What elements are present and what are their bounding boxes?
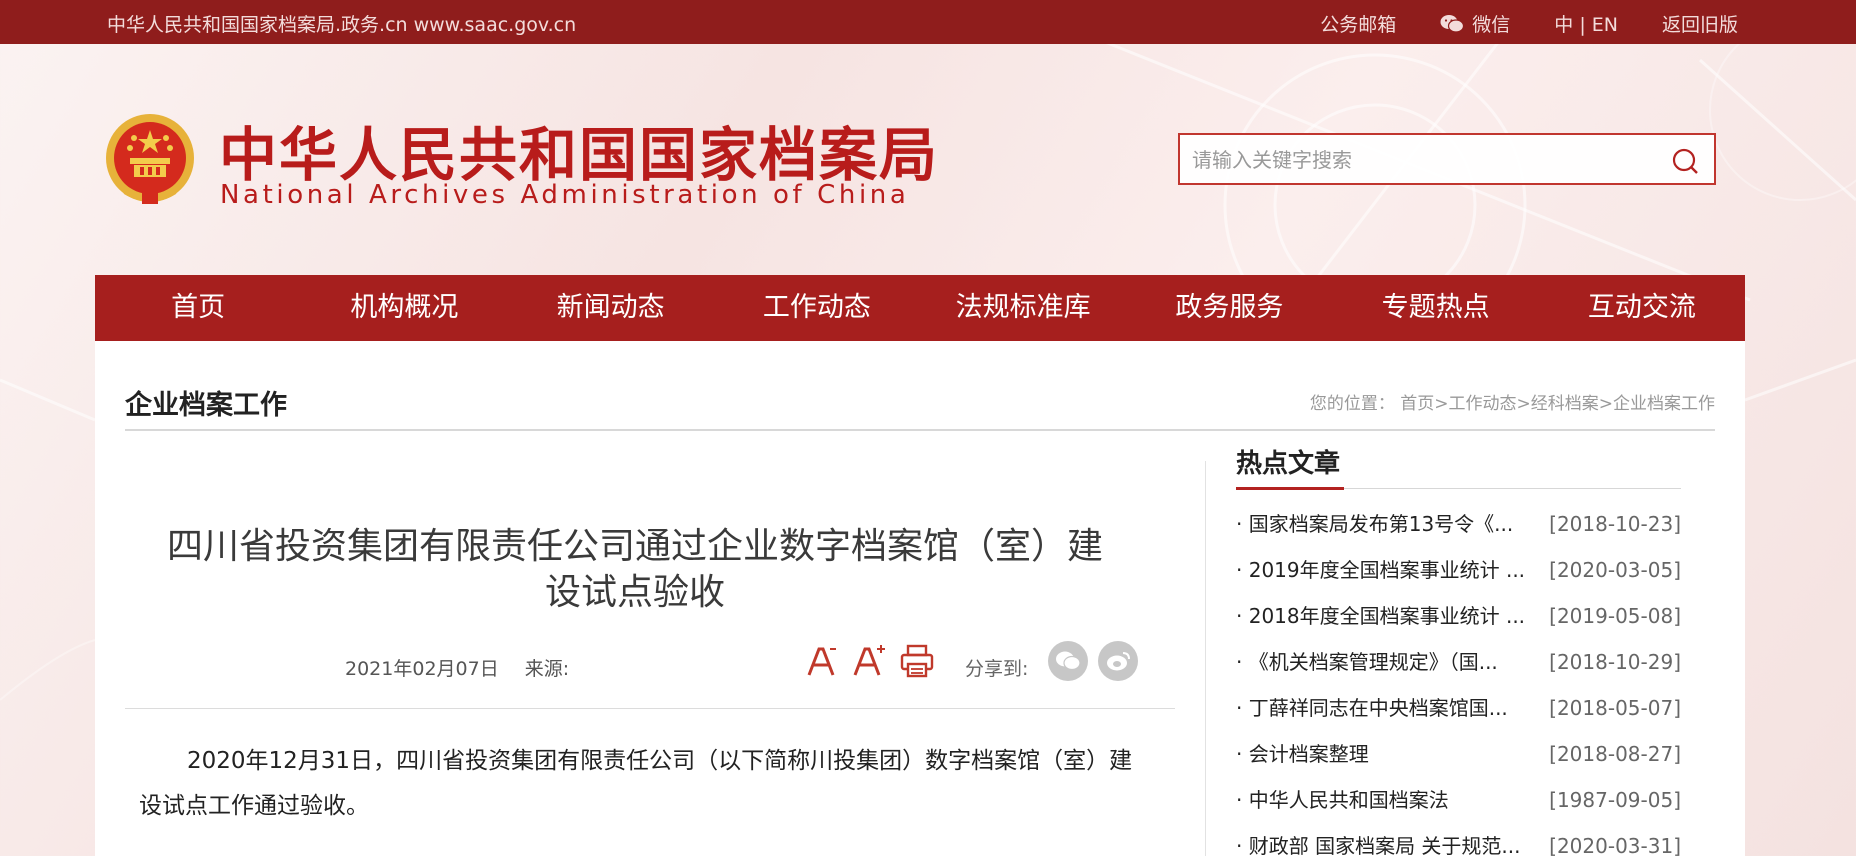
hot-article-link[interactable]: · 2019年度全国档案事业统计 ...: [1236, 547, 1536, 593]
list-item[interactable]: · 《机关档案管理规定》（国... [2018-10-29]: [1236, 639, 1681, 685]
hot-article-link[interactable]: · 中华人民共和国档案法: [1236, 777, 1536, 823]
breadcrumb-economic[interactable]: 经科档案: [1531, 394, 1599, 414]
search-input[interactable]: [1192, 147, 1652, 173]
font-increase-icon[interactable]: [851, 643, 887, 679]
article-meta: 2021年02月07日 来源:: [345, 654, 569, 681]
list-item[interactable]: · 2018年度全国档案事业统计 ... [2019-05-08]: [1236, 593, 1681, 639]
hot-article-link[interactable]: · 国家档案局发布第13号令《...: [1236, 501, 1536, 547]
hot-article-date: [2020-03-05]: [1549, 558, 1681, 582]
breadcrumb-work[interactable]: 工作动态: [1449, 394, 1517, 414]
wechat-link[interactable]: 微信: [1440, 10, 1510, 37]
main-nav: 首页 机构概况 新闻动态 工作动态 法规标准库 政务服务 专题热点 互动交流: [95, 275, 1745, 341]
nav-item-news[interactable]: 新闻动态: [508, 275, 714, 341]
search-icon[interactable]: [1672, 148, 1698, 174]
share-icons: [1048, 641, 1148, 681]
hot-article-date: [1987-09-05]: [1549, 788, 1681, 812]
article-title: 四川省投资集团有限责任公司通过企业数字档案馆（室）建设试点验收: [166, 526, 1103, 613]
site-domain: 中华人民共和国国家档案局.政务.cn www.saac.gov.cn: [107, 14, 577, 36]
site-title-en: National Archives Administration of Chin…: [220, 180, 910, 210]
hot-articles-title: 热点文章: [1236, 449, 1341, 479]
share-weibo-icon[interactable]: [1098, 641, 1138, 681]
hot-article-link[interactable]: · 丁薛祥同志在中央档案馆国...: [1236, 685, 1536, 731]
hot-article-link[interactable]: · 财政部 国家档案局 关于规范...: [1236, 823, 1536, 856]
article-body: 2020年12月31日，四川省投资集团有限责任公司（以下简称川投集团）数字档案馆…: [139, 748, 1133, 819]
source-label: 来源:: [524, 658, 570, 680]
breadcrumb: 您的位置： 首页>工作动态>经科档案>企业档案工作: [1310, 389, 1715, 414]
mail-link[interactable]: 公务邮箱: [1320, 10, 1396, 37]
wechat-label: 微信: [1472, 14, 1511, 36]
nav-item-regulations[interactable]: 法规标准库: [920, 275, 1126, 341]
hot-articles-accent: [1236, 487, 1344, 490]
breadcrumb-separator: >: [1598, 394, 1613, 414]
font-decrease-icon[interactable]: [803, 643, 839, 679]
list-item[interactable]: · 国家档案局发布第13号令《... [2018-10-23]: [1236, 501, 1681, 547]
list-item[interactable]: · 丁薛祥同志在中央档案馆国... [2018-05-07]: [1236, 685, 1681, 731]
top-links: 公务邮箱 微信 中 | EN 返回旧版: [1276, 10, 1738, 37]
font-tools: [803, 643, 947, 679]
hot-article-date: [2018-10-23]: [1549, 512, 1681, 536]
language-switch[interactable]: 中 | EN: [1554, 10, 1618, 37]
breadcrumb-separator: >: [1434, 394, 1449, 414]
section-title: 企业档案工作: [125, 390, 287, 421]
nav-item-services[interactable]: 政务服务: [1126, 275, 1332, 341]
nav-item-home[interactable]: 首页: [95, 275, 301, 341]
print-icon[interactable]: [899, 643, 935, 679]
breadcrumb-home[interactable]: 首页: [1400, 394, 1434, 414]
list-item[interactable]: · 中华人民共和国档案法 [1987-09-05]: [1236, 777, 1681, 823]
article-divider: [125, 708, 1175, 709]
old-version-link[interactable]: 返回旧版: [1662, 10, 1738, 37]
nav-item-interaction[interactable]: 互动交流: [1539, 275, 1745, 341]
hot-article-date: [2018-10-29]: [1549, 650, 1681, 674]
share-wechat-icon[interactable]: [1048, 641, 1088, 681]
share-label: 分享到:: [965, 658, 1029, 680]
nav-item-about[interactable]: 机构概况: [301, 275, 507, 341]
breadcrumb-label: 您的位置：: [1309, 394, 1395, 414]
hot-article-date: [2020-03-31]: [1549, 834, 1681, 856]
list-item[interactable]: · 财政部 国家档案局 关于规范... [2020-03-31]: [1236, 823, 1681, 856]
list-item[interactable]: · 会计档案整理 [2018-08-27]: [1236, 731, 1681, 777]
article-date: 2021年02月07日: [345, 658, 499, 680]
section-divider: [125, 429, 1715, 431]
hot-articles-list: · 国家档案局发布第13号令《... [2018-10-23] · 2019年度…: [1236, 501, 1681, 856]
national-emblem-logo[interactable]: [104, 112, 196, 208]
hot-article-date: [2018-08-27]: [1549, 742, 1681, 766]
breadcrumb-separator: >: [1516, 394, 1531, 414]
top-bar: 中华人民共和国国家档案局.政务.cn www.saac.gov.cn 公务邮箱 …: [0, 0, 1856, 44]
breadcrumb-current[interactable]: 企业档案工作: [1613, 394, 1715, 414]
list-item[interactable]: · 2019年度全国档案事业统计 ... [2020-03-05]: [1236, 547, 1681, 593]
hot-article-date: [2019-05-08]: [1549, 604, 1681, 628]
wechat-icon: [1440, 14, 1465, 33]
nav-item-work[interactable]: 工作动态: [714, 275, 920, 341]
hot-article-link[interactable]: · 会计档案整理: [1236, 731, 1536, 777]
column-divider: [1205, 461, 1206, 856]
hot-article-link[interactable]: · 2018年度全国档案事业统计 ...: [1236, 593, 1536, 639]
nav-item-topics[interactable]: 专题热点: [1333, 275, 1539, 341]
search-box: [1178, 133, 1716, 185]
hot-article-link[interactable]: · 《机关档案管理规定》（国...: [1236, 639, 1536, 685]
content-panel: 企业档案工作 您的位置： 首页>工作动态>经科档案>企业档案工作 四川省投资集团…: [95, 341, 1745, 856]
hot-article-date: [2018-05-07]: [1549, 696, 1681, 720]
